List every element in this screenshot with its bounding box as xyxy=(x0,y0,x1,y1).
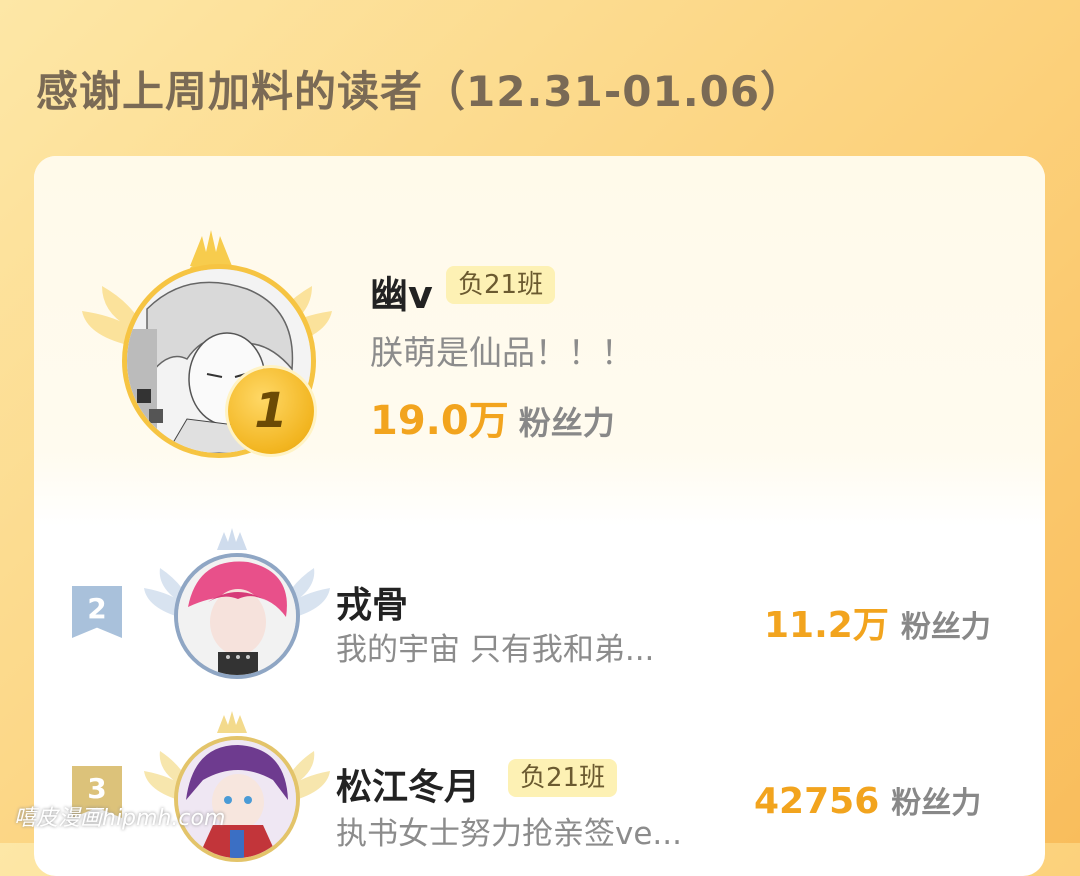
rank-2-name[interactable]: 戎骨 xyxy=(336,576,408,628)
fans-value: 42756 xyxy=(754,781,880,822)
rank-1-coin: 1 xyxy=(228,368,314,454)
avatar-rank-2[interactable] xyxy=(174,553,300,679)
first-place-fans: 19.0万 粉丝力 xyxy=(370,388,615,446)
rank-2-motto: 我的宇宙 只有我和弟... xyxy=(336,632,655,668)
fans-label: 粉丝力 xyxy=(900,610,991,645)
ranking-card: 1 幽v 负21班 朕萌是仙品！！！ 19.0万 粉丝力 2 戎骨 我的宇宙 只有… xyxy=(34,156,1045,876)
avatar-rank-3[interactable] xyxy=(174,736,300,862)
fans-value: 19.0万 xyxy=(370,398,509,444)
anime-avatar-icon xyxy=(178,557,296,675)
page-title: 感谢上周加料的读者（12.31-01.06） xyxy=(36,67,804,116)
rank-2-badge: 2 xyxy=(72,586,122,638)
rank-3-motto: 执书女士努力抢亲签ve... xyxy=(336,816,682,852)
fans-label: 粉丝力 xyxy=(891,786,982,821)
fans-value: 11.2万 xyxy=(764,605,889,646)
fans-label: 粉丝力 xyxy=(518,404,615,442)
first-place-class-tag: 负21班 xyxy=(446,266,556,304)
rank-3-fans: 42756 粉丝力 xyxy=(754,778,981,822)
watermark: 嘻皮漫画hipmh.com xyxy=(14,806,226,831)
anime-avatar-icon xyxy=(178,740,296,858)
rank-3-class-tag: 负21班 xyxy=(508,759,618,797)
rank-3-name[interactable]: 松江冬月 xyxy=(336,758,480,810)
rank-2-fans: 11.2万 粉丝力 xyxy=(764,596,991,648)
first-place-motto: 朕萌是仙品！！！ xyxy=(370,333,634,372)
first-place-name[interactable]: 幽v xyxy=(370,264,433,319)
